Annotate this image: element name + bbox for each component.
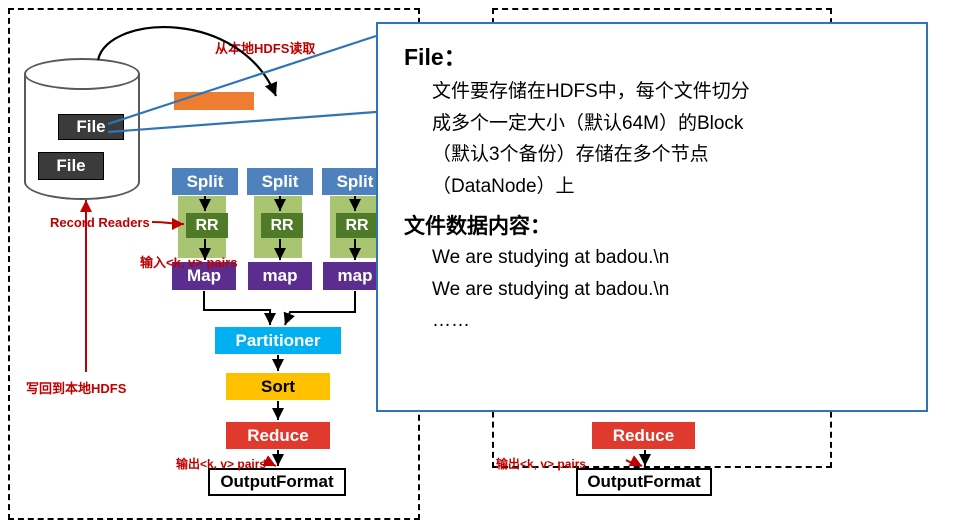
record-reader-box-1: RR xyxy=(186,213,228,238)
output-pairs-label-left: 输出<k, v> pairs xyxy=(176,457,267,471)
callout-subheading: 文件数据内容： xyxy=(404,215,551,239)
hdfs-cylinder-top xyxy=(24,58,140,90)
callout-content-line-3: …… xyxy=(432,310,470,332)
callout-content-line-1: We are studying at badou.\n xyxy=(432,247,670,269)
map-box-2: map xyxy=(248,262,312,290)
record-reader-box-3: RR xyxy=(336,213,378,238)
write-back-hdfs-label: 写回到本地HDFS xyxy=(26,381,127,396)
reduce-box-left: Reduce xyxy=(226,422,330,449)
split-box-1: Split xyxy=(172,168,238,195)
reduce-box-right: Reduce xyxy=(592,422,695,449)
file-box-top: File xyxy=(58,114,124,140)
diagram-canvas: Reduce OutputFormat 输出<k, v> pairs File … xyxy=(0,0,962,530)
outputformat-box-left: OutputFormat xyxy=(208,468,346,496)
callout-line-4: （DataNode）上 xyxy=(432,175,575,197)
callout-line-2: 成多个一定大小（默认64M）的Block xyxy=(432,112,744,134)
split-box-2: Split xyxy=(247,168,313,195)
output-pairs-label-right: 输出<k, v> pairs xyxy=(496,457,587,471)
record-reader-box-2: RR xyxy=(261,213,303,238)
input-pairs-label: 输入<k, v> pairs xyxy=(140,255,238,270)
partitioner-box: Partitioner xyxy=(215,327,341,354)
callout-heading: File： xyxy=(404,44,467,70)
record-readers-label: Record Readers xyxy=(50,215,150,230)
sort-box: Sort xyxy=(226,373,330,400)
callout-line-1: 文件要存储在HDFS中，每个文件切分 xyxy=(432,81,750,102)
read-from-hdfs-label: 从本地HDFS读取 xyxy=(215,41,316,56)
outputformat-box-right: OutputFormat xyxy=(576,468,712,496)
orange-bar xyxy=(174,92,254,110)
file-box-bottom: File xyxy=(38,152,104,180)
callout-line-3: （默认3个备份）存储在多个节点 xyxy=(432,144,709,166)
callout-content-line-2: We are studying at badou.\n xyxy=(432,278,670,300)
file-callout-panel: File： 文件要存储在HDFS中，每个文件切分 成多个一定大小（默认64M）的… xyxy=(376,22,928,412)
